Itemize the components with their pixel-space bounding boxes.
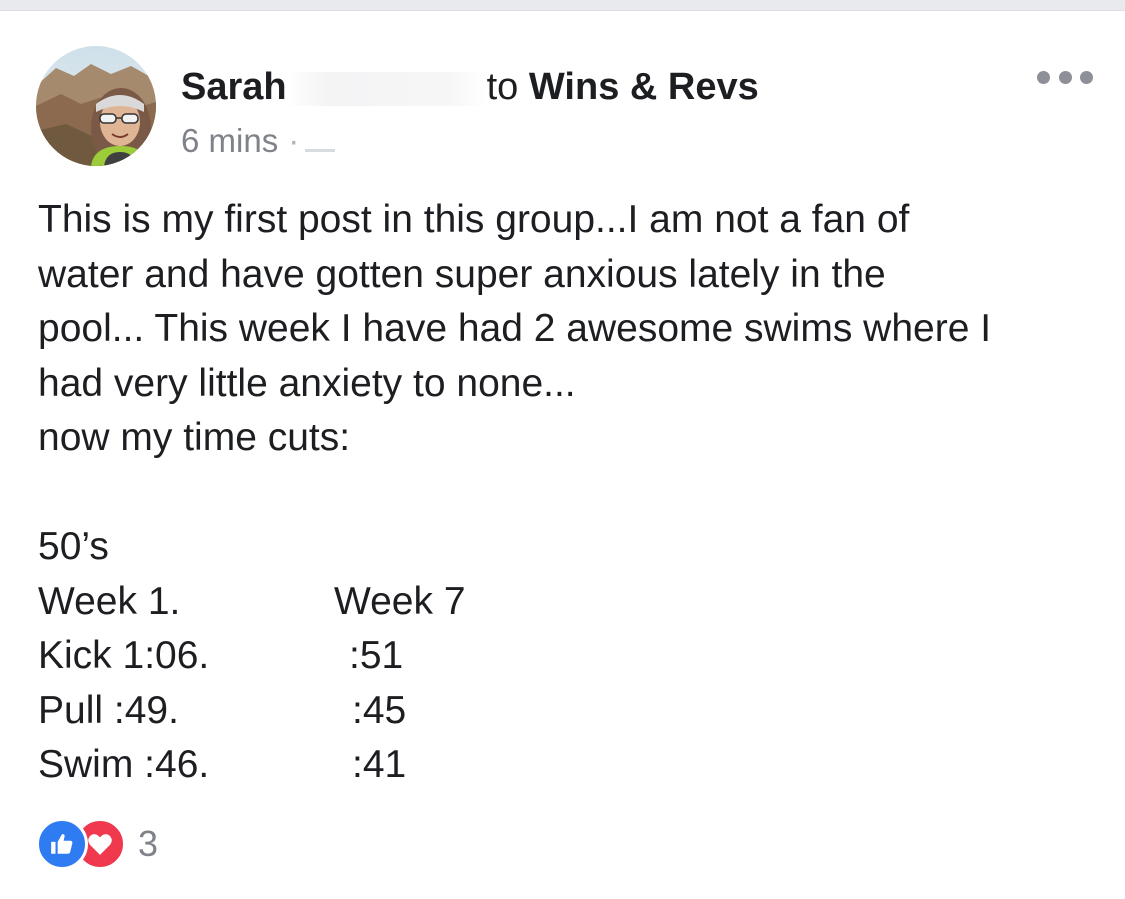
- times-row: Pull :49. :45: [38, 684, 1108, 739]
- more-options-button[interactable]: [1037, 67, 1093, 87]
- post-header: Sarah to Wins & Revs: [181, 64, 759, 110]
- redacted-surname: [286, 71, 487, 106]
- group-name-link[interactable]: Wins & Revs: [529, 66, 759, 108]
- times-row: Swim :46. :41: [38, 738, 1108, 793]
- post-meta: 6 mins ·: [181, 121, 336, 161]
- privacy-icon: [305, 139, 336, 152]
- section-label: 50’s: [38, 525, 109, 568]
- avatar[interactable]: [36, 46, 156, 166]
- more-options-dot: [1058, 70, 1072, 84]
- top-divider: [0, 0, 1125, 11]
- body-line: This is my first post in this group...I …: [38, 198, 910, 241]
- times-col2: Week 7: [334, 579, 466, 623]
- times-col2: :45: [352, 688, 407, 732]
- body-line: now my time cuts:: [38, 416, 351, 459]
- times-col2: :41: [352, 743, 407, 786]
- times-col2: :51: [349, 634, 404, 677]
- author-name[interactable]: Sarah: [181, 66, 287, 108]
- like-icon: [36, 818, 88, 870]
- body-line: had very little anxiety to none...: [38, 361, 576, 405]
- reaction-count[interactable]: 3: [138, 823, 158, 865]
- times-col1: Swim :46.: [38, 743, 210, 786]
- more-options-icon: [1037, 70, 1050, 84]
- post-timestamp[interactable]: 6 mins: [181, 122, 278, 159]
- post-body: This is my first post in this group...I …: [38, 193, 1108, 793]
- times-col1: Week 1.: [38, 579, 181, 623]
- more-options-dot: [1080, 70, 1093, 84]
- times-col1: Kick 1:06.: [38, 634, 210, 677]
- body-line: pool... This week I have had 2 awesome s…: [38, 307, 992, 350]
- times-row: Week 1. Week 7: [38, 575, 1108, 630]
- to-label: to: [486, 66, 519, 108]
- times-row: Kick 1:06. :51: [38, 629, 1108, 684]
- times-col1: Pull :49.: [38, 688, 179, 732]
- feed-post: Sarah to Wins & Revs 6 mins · This is my f…: [0, 11, 1125, 899]
- meta-separator: ·: [288, 122, 300, 159]
- avatar-photo: [36, 46, 156, 166]
- reactions-bar[interactable]: 3: [36, 818, 158, 870]
- body-line: water and have gotten super anxious late…: [38, 252, 886, 296]
